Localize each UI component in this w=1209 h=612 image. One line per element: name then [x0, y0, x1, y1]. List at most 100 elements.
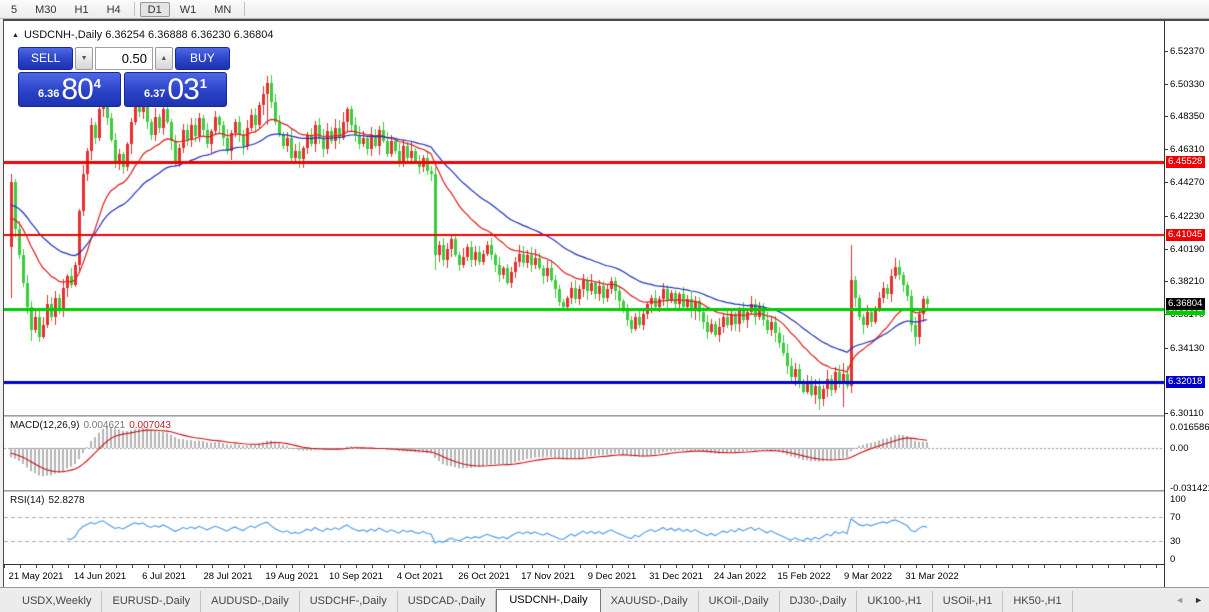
date-axis-label: 9 Mar 2022 — [844, 571, 892, 582]
date-axis-label: 28 Jul 2021 — [203, 571, 252, 582]
date-axis-label: 10 Sep 2021 — [329, 571, 383, 582]
rsi-axis-label: 30 — [1170, 536, 1181, 547]
tab-scroll-arrows: ◄ ► — [1175, 595, 1203, 605]
sell-price-point: 4 — [94, 76, 101, 91]
timeframe-button-m30[interactable]: M30 — [27, 2, 64, 17]
price-axis-tick — [1165, 182, 1168, 183]
sell-button[interactable]: SELL — [18, 47, 73, 70]
price-axis-label: 6.40190 — [1170, 244, 1204, 255]
timeframe-button-h1[interactable]: H1 — [67, 2, 97, 17]
price-axis-tick — [1165, 249, 1168, 250]
rsi-axis-label: 70 — [1170, 512, 1181, 523]
price-axis-tick — [1165, 84, 1168, 85]
buy-price-prefix: 6.37 — [144, 88, 165, 100]
date-axis-label: 21 May 2021 — [9, 571, 64, 582]
chart-tab-hk50-[interactable]: HK50-,H1 — [1003, 591, 1072, 612]
chart-tab-usdx[interactable]: USDX,Weekly — [12, 591, 102, 612]
toolbar-separator — [134, 2, 135, 16]
price-axis-label: 6.42230 — [1170, 211, 1204, 222]
price-axis-tick — [1165, 51, 1168, 52]
date-axis-label: 17 Nov 2021 — [521, 571, 575, 582]
timeframe-button-5[interactable]: 5 — [3, 2, 25, 17]
tab-scroll-left-icon[interactable]: ◄ — [1175, 595, 1184, 605]
chart-tab-usdcad-[interactable]: USDCAD-,Daily — [398, 591, 497, 612]
timeframe-toolbar: 5M30H1H4 D1W1MN — [0, 0, 1209, 19]
rsi-axis-label: 100 — [1170, 494, 1186, 505]
chart-tab-xauusd-[interactable]: XAUUSD-,Daily — [601, 591, 699, 612]
price-axis-tick — [1165, 281, 1168, 282]
buy-price-pips: 03 — [167, 75, 198, 105]
one-click-trading-panel: SELL ▼ ▲ BUY 6.36 80 4 6.37 03 1 — [18, 47, 230, 107]
macd-axis-label: 0.00 — [1170, 443, 1189, 454]
volume-decrease-button[interactable]: ▼ — [75, 47, 93, 70]
macd-axis-label: -0.031421 — [1170, 483, 1209, 494]
chart-tab-eurusd-[interactable]: EURUSD-,Daily — [102, 591, 201, 612]
date-axis-label: 9 Dec 2021 — [588, 571, 637, 582]
timeframe-button-d1[interactable]: D1 — [140, 2, 170, 17]
price-axis-tick — [1165, 116, 1168, 117]
macd-signal-value: 0.007043 — [129, 420, 171, 431]
date-axis-label: 14 Jun 2021 — [74, 571, 126, 582]
date-axis-label: 19 Aug 2021 — [265, 571, 318, 582]
chart-tab-usoil-[interactable]: USOil-,H1 — [933, 591, 1004, 612]
volume-input[interactable] — [95, 47, 153, 70]
macd-axis-label: 0.016586 — [1170, 422, 1209, 433]
buy-price-display[interactable]: 6.37 03 1 — [124, 72, 227, 107]
macd-indicator-canvas[interactable] — [4, 417, 1164, 490]
price-axis-label: 6.48350 — [1170, 111, 1204, 122]
chart-tab-usdcnh-[interactable]: USDCNH-,Daily — [496, 589, 600, 612]
date-axis-label: 4 Oct 2021 — [397, 571, 443, 582]
price-axis-label: 6.44270 — [1170, 177, 1204, 188]
price-axis-label: 6.34130 — [1170, 343, 1204, 354]
date-axis-label: 15 Feb 2022 — [777, 571, 830, 582]
date-axis-ticks — [4, 565, 1164, 568]
chart-tabs-bar: USDX,WeeklyEURUSD-,DailyAUDUSD-,DailyUSD… — [0, 587, 1209, 612]
rsi-value: 52.8278 — [48, 495, 84, 506]
chart-tab-usdchf-[interactable]: USDCHF-,Daily — [300, 591, 398, 612]
price-axis-tick — [1165, 413, 1168, 414]
chart-tab-audusd-[interactable]: AUDUSD-,Daily — [201, 591, 300, 612]
price-axis-label: 6.38210 — [1170, 276, 1204, 287]
level-price-badge: 6.32018 — [1166, 376, 1205, 388]
current-price-badge: 6.36804 — [1166, 298, 1205, 310]
timeframe-button-w1[interactable]: W1 — [172, 2, 205, 17]
toolbar-separator — [244, 2, 245, 16]
buy-button[interactable]: BUY — [175, 47, 230, 70]
macd-name: MACD(12,26,9) — [10, 420, 79, 431]
chart-title-text: USDCNH-,Daily 6.36254 6.36888 6.36230 6.… — [24, 29, 274, 41]
rsi-name: RSI(14) — [10, 495, 44, 506]
chart-tab-dj30-[interactable]: DJ30-,Daily — [780, 591, 858, 612]
collapse-arrow-icon[interactable]: ▲ — [12, 32, 19, 39]
chart-tab-ukoil-[interactable]: UKOil-,Daily — [699, 591, 780, 612]
macd-label: MACD(12,26,9) 0.004621 0.007043 — [10, 420, 171, 431]
sell-price-pips: 80 — [61, 75, 92, 105]
date-axis-label: 31 Mar 2022 — [905, 571, 958, 582]
rsi-axis-label: 0 — [1170, 554, 1175, 565]
rsi-indicator-canvas[interactable] — [4, 492, 1164, 564]
chart-tab-uk100-[interactable]: UK100-,H1 — [857, 591, 932, 612]
level-price-badge: 6.41045 — [1166, 229, 1205, 241]
chart-title: ▲ USDCNH-,Daily 6.36254 6.36888 6.36230 … — [12, 29, 273, 41]
timeframe-button-h4[interactable]: H4 — [99, 2, 129, 17]
price-axis-label: 6.46310 — [1170, 144, 1204, 155]
sell-price-display[interactable]: 6.36 80 4 — [18, 72, 121, 107]
date-axis-label: 6 Jul 2021 — [142, 571, 186, 582]
price-axis-tick — [1165, 348, 1168, 349]
price-axis-label: 6.52370 — [1170, 46, 1204, 57]
date-axis-label: 26 Oct 2021 — [458, 571, 510, 582]
chart-window: 21 May 2021 14 Jun 2021 6 Jul 2021 28 Jul 2… — [3, 19, 1209, 587]
tab-scroll-right-icon[interactable]: ► — [1194, 595, 1203, 605]
date-axis-label: 24 Jan 2022 — [714, 571, 766, 582]
date-axis-label: 31 Dec 2021 — [649, 571, 703, 582]
price-axis-label: 6.30110 — [1170, 408, 1204, 419]
chart-plots: 21 May 2021 14 Jun 2021 6 Jul 2021 28 Jul 2… — [4, 21, 1164, 587]
volume-increase-button[interactable]: ▲ — [155, 47, 173, 70]
price-axis-tick — [1165, 216, 1168, 217]
macd-main-value: 0.004621 — [83, 420, 125, 431]
buy-price-point: 1 — [200, 76, 207, 91]
price-axis[interactable]: 6.52370 6.50330 6.48350 6.46310 6.44270 6.422… — [1164, 21, 1209, 587]
date-axis[interactable]: 21 May 2021 14 Jun 2021 6 Jul 2021 28 Jul 2… — [4, 564, 1164, 587]
timeframe-button-mn[interactable]: MN — [206, 2, 239, 17]
price-axis-label: 6.50330 — [1170, 79, 1204, 90]
level-price-badge: 6.45528 — [1166, 156, 1205, 168]
